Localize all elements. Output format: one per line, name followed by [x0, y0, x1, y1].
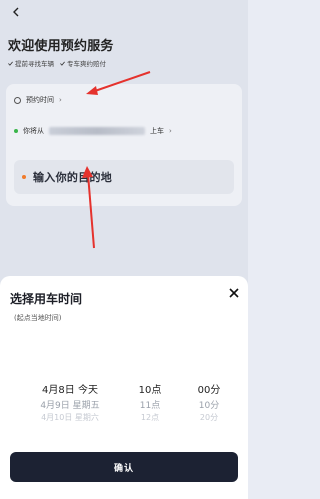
pickup-dot-icon [14, 129, 18, 133]
close-button[interactable] [228, 284, 240, 298]
back-button[interactable] [8, 4, 24, 20]
booking-time-label: 预约时间 [26, 96, 54, 104]
minute-option[interactable]: 10分 [188, 399, 230, 413]
destination-placeholder: 输入你的目的地 [33, 171, 113, 184]
annotation-arrow-icon [82, 166, 95, 249]
minute-option[interactable]: 20分 [188, 413, 230, 423]
hour-option[interactable]: 12点 [130, 413, 170, 423]
hour-option[interactable]: 11点 [130, 399, 170, 413]
pickup-row[interactable]: 你将从 上车 › [14, 126, 172, 136]
date-option[interactable]: 4月9日 星期五 [30, 399, 110, 413]
feature-item: 提前寻找车辆 [8, 58, 54, 68]
confirm-button[interactable]: 确认 [10, 452, 238, 482]
feature-item: 专车爽约赔付 [60, 58, 106, 68]
minute-wheel[interactable]: 00分 10分 20分 [188, 383, 230, 423]
chevron-right-icon: › [169, 127, 172, 135]
page-title: 欢迎使用预约服务 [8, 39, 114, 54]
destination-dot-icon [22, 175, 26, 179]
clock-icon [14, 96, 21, 104]
check-icon [8, 61, 13, 66]
minute-selected[interactable]: 00分 [188, 383, 230, 399]
close-icon [229, 288, 239, 298]
sheet-title: 选择用车时间 [10, 292, 83, 306]
date-selected[interactable]: 4月8日 今天 [30, 383, 110, 399]
destination-input[interactable]: 输入你的目的地 [14, 160, 234, 194]
feature-label: 提前寻找车辆 [15, 60, 54, 68]
booking-time-row[interactable]: 预约时间 › [14, 95, 62, 105]
feature-list: 提前寻找车辆 专车爽约赔付 [8, 58, 106, 68]
time-picker-sheet: 选择用车时间 (起点当地时间) 4月8日 今天 4月9日 星期五 4月10日 星… [0, 276, 248, 499]
chevron-left-icon [13, 7, 19, 17]
feature-label: 专车爽约赔付 [67, 60, 106, 68]
hour-wheel[interactable]: 10点 11点 12点 [130, 383, 170, 423]
pickup-address-redacted [49, 127, 145, 135]
hour-selected[interactable]: 10点 [130, 383, 170, 399]
chevron-right-icon: › [59, 96, 62, 104]
pickup-suffix: 上车 [150, 127, 164, 135]
check-icon [60, 61, 65, 66]
date-wheel[interactable]: 4月8日 今天 4月9日 星期五 4月10日 星期六 [30, 383, 110, 423]
sheet-subtitle: (起点当地时间) [14, 314, 62, 322]
time-picker[interactable]: 4月8日 今天 4月9日 星期五 4月10日 星期六 10点 11点 12点 0… [0, 383, 248, 429]
annotation-arrow-icon [86, 71, 151, 95]
pickup-prefix: 你将从 [23, 127, 44, 135]
date-option[interactable]: 4月10日 星期六 [30, 413, 110, 423]
